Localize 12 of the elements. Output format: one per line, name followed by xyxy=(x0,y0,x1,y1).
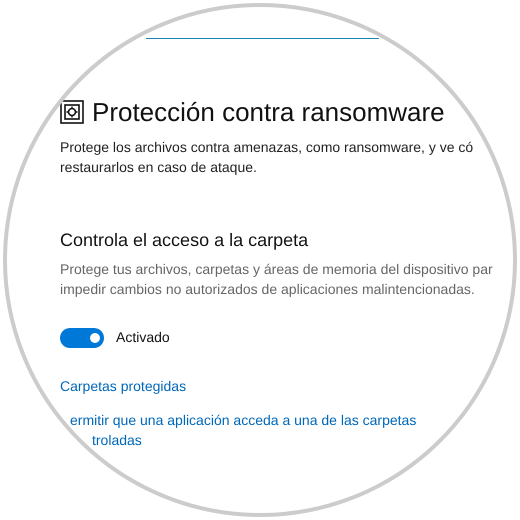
section-description: Protege tus archivos, carpetas y áreas de memoria del dispositivo par xyxy=(60,260,493,279)
description-text: Protege los archivos contra amenazas, como ransomware, y ve có xyxy=(60,138,474,157)
link[interactable]: ermitir que una aplicación acceda a una de las carpetas xyxy=(70,410,416,430)
safe-icon xyxy=(60,100,84,124)
description-text: restaurarlos en caso de ataque. xyxy=(60,158,257,177)
toggle-label: Activado xyxy=(116,328,170,347)
link[interactable]: troladas xyxy=(92,430,142,450)
link[interactable]: Carpetas protegidas xyxy=(60,376,186,396)
toggle-switch[interactable] xyxy=(60,328,104,348)
page-title: Protección contra ransomware xyxy=(92,96,445,129)
section-heading: Controla el acceso a la carpeta xyxy=(60,229,308,252)
section-description: impedir cambios no autorizados de aplicaciones malintencionadas. xyxy=(60,280,475,299)
